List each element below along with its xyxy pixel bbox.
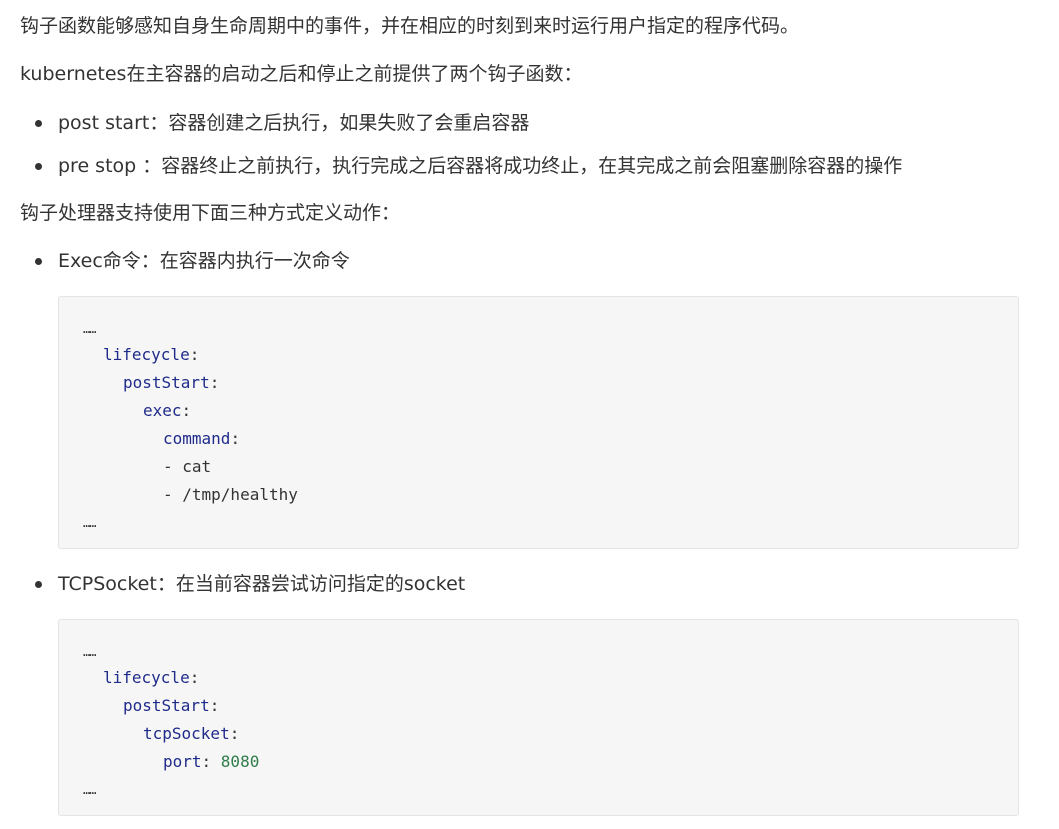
code-line-cmd-path: - /tmp/healthy (163, 485, 298, 504)
code-line-cmd-cat: - cat (163, 457, 212, 476)
bullet-icon (35, 163, 42, 170)
bullet-icon (35, 581, 42, 588)
code-line-exec: exec: (143, 401, 192, 420)
bullet-icon (35, 120, 42, 127)
list-item-text: TCPSocket：在当前容器尝试访问指定的socket (58, 573, 466, 595)
list-item-pre-stop: pre stop ：容器终止之前执行，执行完成之后容器将成功终止，在其完成之前会… (0, 153, 902, 196)
document-page: 钩子函数能够感知自身生命周期中的事件，并在相应的时刻到来时运行用户指定的程序代码… (0, 0, 1059, 829)
list-item-text: post start：容器创建之后执行，如果失败了会重启容器 (58, 112, 530, 134)
list-item-exec: Exec命令：在容器内执行一次命令 (0, 248, 350, 274)
code-line-lifecycle: lifecycle: (103, 668, 200, 687)
code-line-lifecycle: lifecycle: (103, 345, 200, 364)
handlers-paragraph: 钩子处理器支持使用下面三种方式定义动作： (20, 202, 401, 224)
code-line-command: command: (163, 429, 241, 448)
bullet-icon (35, 258, 42, 265)
k8s-hooks-paragraph: kubernetes在主容器的启动之后和停止之前提供了两个钩子函数： (20, 63, 583, 85)
code-line-poststart: postStart: (123, 373, 220, 392)
hooks-list: post start：容器创建之后执行，如果失败了会重启容器 pre stop … (0, 110, 902, 196)
tcp-list: TCPSocket：在当前容器尝试访问指定的socket (0, 571, 465, 597)
exec-code-block: …… lifecycle: postStart: exec: command: … (58, 296, 1019, 549)
code-ellipsis: …… (83, 783, 96, 797)
code-line-poststart: postStart: (123, 696, 220, 715)
code-ellipsis: …… (83, 516, 96, 530)
list-item-text: pre stop ：容器终止之前执行，执行完成之后容器将成功终止，在其完成之前会… (58, 155, 903, 177)
code-line-tcpsocket: tcpSocket: (143, 724, 240, 743)
port-value: 8080 (220, 752, 260, 771)
intro-paragraph: 钩子函数能够感知自身生命周期中的事件，并在相应的时刻到来时运行用户指定的程序代码… (20, 15, 800, 37)
code-ellipsis: …… (83, 322, 96, 336)
code-line-port: port: 8080 (163, 752, 260, 771)
list-item-text: Exec命令：在容器内执行一次命令 (58, 250, 350, 272)
tcp-code-block: …… lifecycle: postStart: tcpSocket: port… (58, 619, 1019, 816)
code-ellipsis: …… (83, 645, 96, 659)
list-item-post-start: post start：容器创建之后执行，如果失败了会重启容器 (0, 110, 902, 153)
exec-list: Exec命令：在容器内执行一次命令 (0, 248, 350, 274)
list-item-tcpsocket: TCPSocket：在当前容器尝试访问指定的socket (0, 571, 465, 597)
